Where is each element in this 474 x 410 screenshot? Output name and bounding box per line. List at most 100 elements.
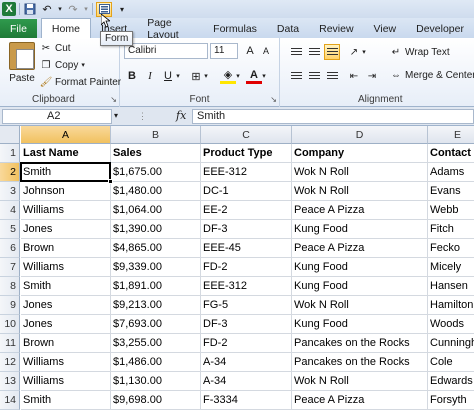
table-cell[interactable]: $1,891.00 xyxy=(111,277,201,296)
column-header-c[interactable]: C xyxy=(201,126,292,144)
row-header-8[interactable]: 8 xyxy=(0,277,20,296)
table-cell[interactable]: Adams xyxy=(428,163,474,182)
table-cell[interactable]: Evans xyxy=(428,182,474,201)
undo-dropdown-icon[interactable]: ▾ xyxy=(57,2,63,16)
row-header-1[interactable]: 1 xyxy=(0,144,20,163)
paste-button[interactable]: Paste xyxy=(4,42,40,84)
dialog-launcher-icon[interactable]: ↘ xyxy=(110,95,117,104)
table-cell[interactable]: Jones xyxy=(21,315,111,334)
row-header-11[interactable]: 11 xyxy=(0,334,20,353)
table-cell[interactable]: $1,480.00 xyxy=(111,182,201,201)
align-middle-icon[interactable] xyxy=(306,44,322,60)
table-cell[interactable]: Jones xyxy=(21,296,111,315)
table-cell[interactable]: A-34 xyxy=(201,372,292,391)
tab-developer[interactable]: Developer xyxy=(406,19,474,38)
dialog-launcher-icon[interactable]: ↘ xyxy=(270,95,277,104)
row-header-13[interactable]: 13 xyxy=(0,372,20,391)
save-icon[interactable] xyxy=(23,2,37,16)
table-cell[interactable]: DC-1 xyxy=(201,182,292,201)
copy-dropdown-icon[interactable]: ▾ xyxy=(81,61,85,69)
table-cell[interactable]: Jones xyxy=(21,220,111,239)
table-cell[interactable]: Williams xyxy=(21,353,111,372)
insert-function-icon[interactable]: fx xyxy=(176,109,186,122)
align-top-icon[interactable] xyxy=(288,44,304,60)
table-cell[interactable]: Fitch xyxy=(428,220,474,239)
merge-center-button[interactable]: ⇔ Merge & Center xyxy=(390,69,474,81)
row-header-9[interactable]: 9 xyxy=(0,296,20,315)
name-box-dropdown-icon[interactable]: ▾ xyxy=(114,111,118,120)
bold-button[interactable]: B xyxy=(124,68,140,84)
row-header-12[interactable]: 12 xyxy=(0,353,20,372)
align-left-icon[interactable] xyxy=(288,68,304,84)
align-right-icon[interactable] xyxy=(324,68,340,84)
column-header-b[interactable]: B xyxy=(111,126,201,144)
table-cell[interactable]: Smith xyxy=(21,277,111,296)
font-size-select[interactable]: 11 xyxy=(210,43,238,59)
table-cell[interactable]: Brown xyxy=(21,239,111,258)
table-cell[interactable]: Johnson xyxy=(21,182,111,201)
table-cell[interactable]: Brown xyxy=(21,334,111,353)
row-header-3[interactable]: 3 xyxy=(0,182,20,201)
table-cell[interactable]: Kung Food xyxy=(292,315,428,334)
table-cell[interactable]: Peace A Pizza xyxy=(292,391,428,410)
font-color-dropdown-icon[interactable]: ▾ xyxy=(260,68,268,84)
table-header-cell[interactable]: Last Name xyxy=(21,144,111,163)
table-cell[interactable]: $1,486.00 xyxy=(111,353,201,372)
table-cell[interactable]: Webb xyxy=(428,201,474,220)
grow-font-icon[interactable]: A xyxy=(242,43,258,59)
table-cell[interactable]: Micely xyxy=(428,258,474,277)
table-cell[interactable]: $9,213.00 xyxy=(111,296,201,315)
name-box[interactable]: A2 xyxy=(2,109,112,124)
fill-handle[interactable] xyxy=(108,179,113,184)
table-cell[interactable]: Wok N Roll xyxy=(292,163,428,182)
table-cell[interactable]: Smith xyxy=(21,163,111,182)
table-cell[interactable]: DF-3 xyxy=(201,220,292,239)
underline-dropdown-icon[interactable]: ▾ xyxy=(174,68,182,84)
table-cell[interactable]: FG-5 xyxy=(201,296,292,315)
format-painter-button[interactable]: 🖌 Format Painter xyxy=(40,76,121,88)
table-cell[interactable]: Hamilton xyxy=(428,296,474,315)
table-cell[interactable]: Williams xyxy=(21,201,111,220)
row-header-7[interactable]: 7 xyxy=(0,258,20,277)
row-header-5[interactable]: 5 xyxy=(0,220,20,239)
align-bottom-icon[interactable] xyxy=(324,44,340,60)
tab-formulas[interactable]: Formulas xyxy=(203,19,267,38)
excel-logo-icon[interactable]: X xyxy=(2,2,16,16)
redo-icon[interactable]: ↷ xyxy=(66,2,80,16)
row-header-6[interactable]: 6 xyxy=(0,239,20,258)
table-cell[interactable]: $1,130.00 xyxy=(111,372,201,391)
table-header-cell[interactable]: Product Type xyxy=(201,144,292,163)
table-cell[interactable]: EEE-45 xyxy=(201,239,292,258)
table-cell[interactable]: Kung Food xyxy=(292,258,428,277)
table-cell[interactable]: Pancakes on the Rocks xyxy=(292,353,428,372)
table-cell[interactable]: EEE-312 xyxy=(201,163,292,182)
customize-qat-icon[interactable]: ▾ xyxy=(115,2,129,16)
table-cell[interactable]: Wok N Roll xyxy=(292,296,428,315)
tab-view[interactable]: View xyxy=(364,19,407,38)
table-cell[interactable]: $1,390.00 xyxy=(111,220,201,239)
undo-icon[interactable]: ↶ xyxy=(40,2,54,16)
shrink-font-icon[interactable]: A xyxy=(258,43,274,59)
table-cell[interactable]: Woods xyxy=(428,315,474,334)
decrease-indent-icon[interactable]: ⇤ xyxy=(346,68,362,84)
table-cell[interactable]: Cole xyxy=(428,353,474,372)
wrap-text-button[interactable]: ↵ Wrap Text xyxy=(390,46,450,58)
table-cell[interactable]: Kung Food xyxy=(292,277,428,296)
table-cell[interactable]: Williams xyxy=(21,372,111,391)
select-all-corner[interactable] xyxy=(0,126,20,144)
row-header-4[interactable]: 4 xyxy=(0,201,20,220)
column-header-d[interactable]: D xyxy=(292,126,428,144)
italic-button[interactable]: I xyxy=(142,68,158,84)
table-cell[interactable]: A-34 xyxy=(201,353,292,372)
tab-review[interactable]: Review xyxy=(309,19,363,38)
table-cell[interactable]: Smith xyxy=(21,391,111,410)
tab-data[interactable]: Data xyxy=(267,19,309,38)
row-header-14[interactable]: 14 xyxy=(0,391,20,410)
table-cell[interactable]: Wok N Roll xyxy=(292,372,428,391)
table-cell[interactable]: $1,675.00 xyxy=(111,163,201,182)
table-header-cell[interactable]: Sales xyxy=(111,144,201,163)
tab-home[interactable]: Home xyxy=(40,18,91,38)
orientation-dropdown-icon[interactable]: ▾ xyxy=(360,44,368,60)
font-name-select[interactable]: Calibri xyxy=(124,43,208,59)
fill-color-dropdown-icon[interactable]: ▾ xyxy=(234,68,242,84)
